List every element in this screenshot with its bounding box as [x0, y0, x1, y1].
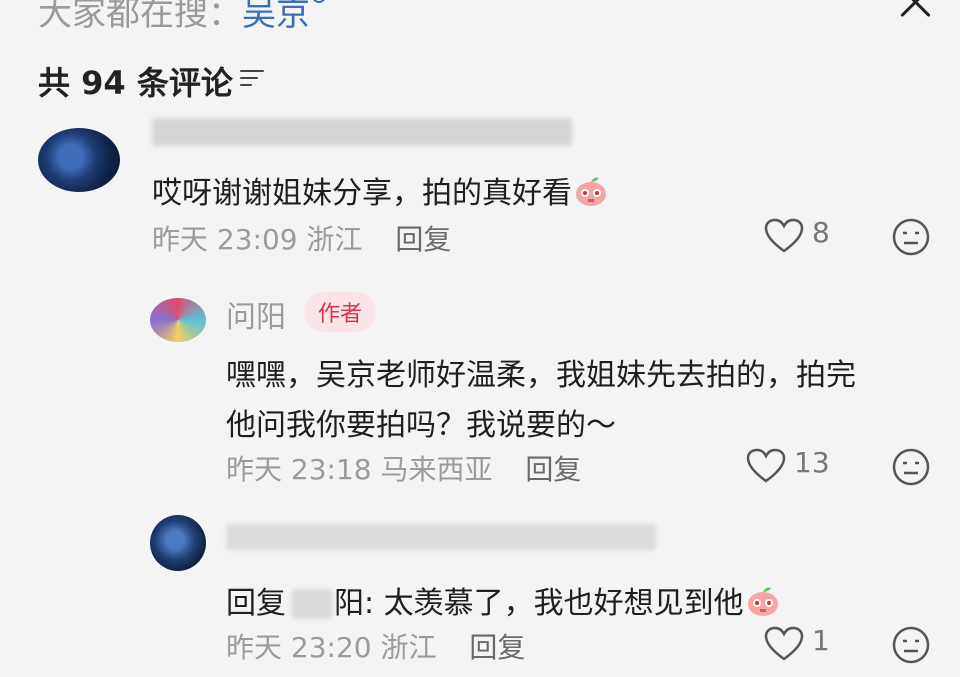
like-count: 13: [794, 446, 830, 479]
comment-location: 马来西亚: [380, 453, 493, 486]
comment-count-title: 共 94 条评论: [38, 64, 233, 102]
comment-text-line[interactable]: 他问我你要拍吗？我说要的～: [226, 400, 616, 444]
filter-icon[interactable]: [240, 68, 264, 88]
comment-location: 浙江: [306, 223, 363, 256]
reply-button[interactable]: 回复: [395, 223, 451, 256]
author-name[interactable]: 问阳: [226, 292, 286, 336]
comment-text[interactable]: 哎呀谢谢姐妹分享，拍的真好看: [152, 168, 608, 212]
search-term[interactable]: 吴京: [242, 0, 310, 34]
author-badge: 作者: [304, 292, 377, 332]
heart-icon[interactable]: [764, 626, 804, 662]
comment-text-line[interactable]: 嘿嘿，吴京老师好温柔，我姐妹先去拍的，拍完: [226, 350, 856, 394]
dislike-face-icon[interactable]: [892, 626, 930, 664]
reply-target-redacted: [292, 589, 332, 619]
comment-time: 昨天 23:09: [152, 223, 298, 256]
reply-prefix: 回复: [226, 586, 286, 621]
comment-location: 浙江: [380, 631, 437, 664]
comment-time: 昨天 23:20: [226, 631, 372, 664]
username-redacted: [226, 524, 656, 550]
peach-emoji-icon: [746, 585, 780, 617]
reply-button[interactable]: 回复: [469, 631, 525, 664]
close-icon[interactable]: [896, 0, 936, 22]
comment-time: 昨天 23:18: [226, 453, 372, 486]
comment-meta: 昨天 23:09 浙江 回复: [152, 218, 451, 258]
avatar[interactable]: [150, 298, 206, 342]
dislike-face-icon[interactable]: [892, 218, 930, 256]
search-prefix: 大家都在搜：: [38, 0, 242, 34]
reply-target-tail[interactable]: 阳: [334, 586, 364, 621]
comment-meta: 昨天 23:20 浙江 回复: [226, 626, 525, 666]
dislike-face-icon[interactable]: [892, 448, 930, 486]
heart-icon[interactable]: [746, 448, 786, 484]
avatar[interactable]: [150, 515, 206, 571]
peach-emoji-icon: [574, 175, 608, 207]
comment-meta: 昨天 23:18 马来西亚 回复: [226, 448, 581, 488]
comment-text[interactable]: 回复 阳: 太羡慕了，我也好想见到他: [226, 578, 780, 622]
username-redacted: [152, 118, 572, 146]
search-suggestion[interactable]: 大家都在搜：吴京: [38, 0, 326, 35]
search-icon: [312, 0, 326, 3]
like-count: 8: [812, 216, 830, 249]
reply-button[interactable]: 回复: [525, 453, 581, 486]
like-count: 1: [812, 624, 830, 657]
heart-icon[interactable]: [764, 218, 804, 254]
avatar[interactable]: [38, 128, 120, 192]
